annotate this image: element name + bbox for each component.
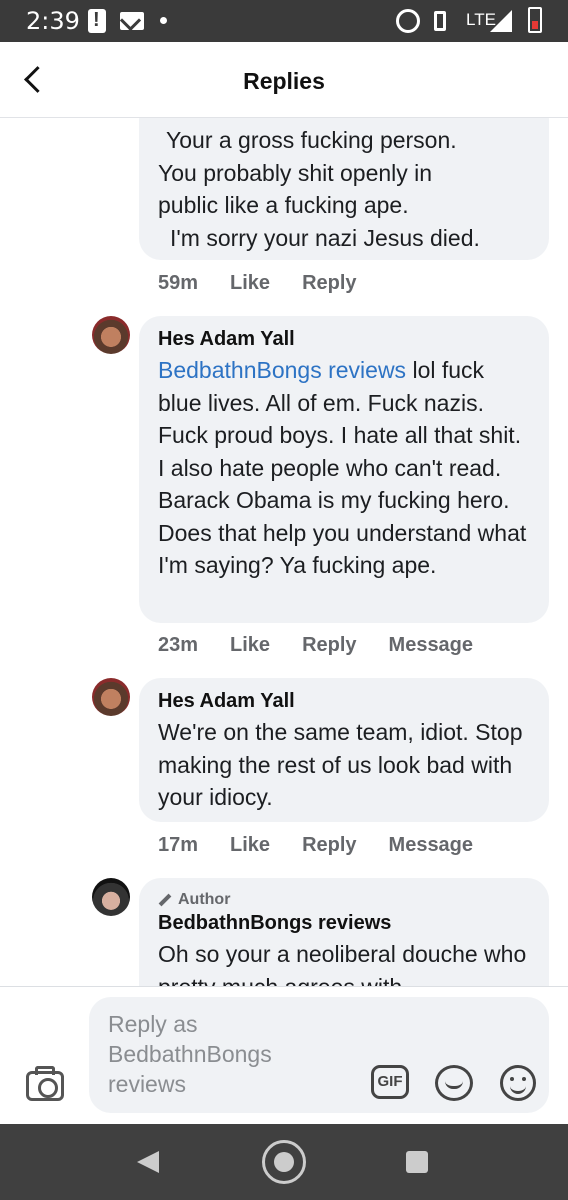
avatar[interactable] (92, 878, 130, 916)
comment-text: Your a gross fucking person. (166, 127, 457, 153)
emoji-icon[interactable] (500, 1065, 536, 1101)
comment-text: You probably shit openly in (158, 159, 433, 186)
sticker-icon[interactable] (435, 1065, 473, 1101)
comment-bubble: Your a gross fucking person. You probabl… (139, 118, 549, 260)
like-button[interactable]: Like (230, 634, 270, 657)
reply-placeholder: Reply as BedbathnBongs reviews (108, 1011, 272, 1097)
comment-text: I'm sorry your nazi Jesus died. (170, 224, 480, 251)
comment-author[interactable]: BedbathnBongs reviews (158, 910, 530, 936)
reply-button[interactable]: Reply (302, 634, 356, 657)
comment-text: BedbathnBongs reviews lol fuck blue live… (158, 354, 530, 582)
pen-icon (158, 893, 172, 907)
notification-dot-icon (160, 17, 167, 24)
like-button[interactable]: Like (230, 834, 270, 857)
message-button[interactable]: Message (389, 634, 474, 657)
system-nav-bar (0, 1124, 568, 1200)
comment-age: 59m (158, 272, 199, 294)
reply-button[interactable]: Reply (302, 834, 356, 857)
camera-icon[interactable] (26, 1066, 64, 1101)
comment-text: Oh so your a neoliberal douche who prett… (158, 941, 527, 986)
comment-body: lol fuck blue lives. All of em. Fuck naz… (158, 357, 527, 578)
author-badge-label: Author (178, 891, 231, 908)
gif-icon[interactable]: GIF (371, 1065, 409, 1099)
comment-actions: 23m Like Reply Message (158, 634, 505, 657)
message-button[interactable]: Message (389, 834, 474, 857)
comment-actions: 17m Like Reply Message (158, 834, 505, 857)
signal-icon (490, 10, 512, 32)
reply-button[interactable]: Reply (302, 272, 356, 295)
like-button[interactable]: Like (230, 272, 270, 295)
comment-bubble: Hes Adam Yall BedbathnBongs reviews lol … (139, 316, 549, 623)
mention-link[interactable]: BedbathnBongs reviews (158, 357, 406, 383)
avatar[interactable] (92, 316, 130, 354)
status-bar: 2:39 LTE (0, 0, 568, 42)
comment-actions: 59m Like Reply (158, 272, 389, 295)
comment-author[interactable]: Hes Adam Yall (158, 326, 530, 352)
vibrate-icon (434, 11, 446, 31)
alarm-icon (396, 9, 420, 33)
battery-icon (528, 7, 542, 33)
status-time: 2:39 (26, 7, 80, 35)
comment-author[interactable]: Hes Adam Yall (158, 688, 530, 714)
comment-bubble: Author BedbathnBongs reviews Oh so your … (139, 878, 549, 986)
mail-icon (120, 12, 144, 30)
avatar[interactable] (92, 678, 130, 716)
nav-back-icon[interactable] (137, 1151, 159, 1173)
header: Replies (0, 42, 568, 118)
reply-composer: Reply as BedbathnBongs reviews GIF (0, 986, 568, 1124)
nav-home-icon[interactable] (262, 1140, 306, 1184)
nav-recents-icon[interactable] (406, 1151, 428, 1173)
comment-text: public like a fucking ape. (158, 192, 409, 218)
comment-age: 23m (158, 634, 199, 656)
comment-age: 17m (158, 834, 199, 856)
reply-input[interactable]: Reply as BedbathnBongs reviews GIF (89, 997, 549, 1113)
comment-bubble: Hes Adam Yall We're on the same team, id… (139, 678, 549, 822)
page-title: Replies (243, 68, 325, 94)
replies-list[interactable]: Your a gross fucking person. You probabl… (0, 118, 568, 986)
author-badge: Author (158, 890, 530, 910)
comment-text: We're on the same team, idiot. Stop maki… (158, 719, 523, 810)
alert-icon (88, 9, 106, 33)
